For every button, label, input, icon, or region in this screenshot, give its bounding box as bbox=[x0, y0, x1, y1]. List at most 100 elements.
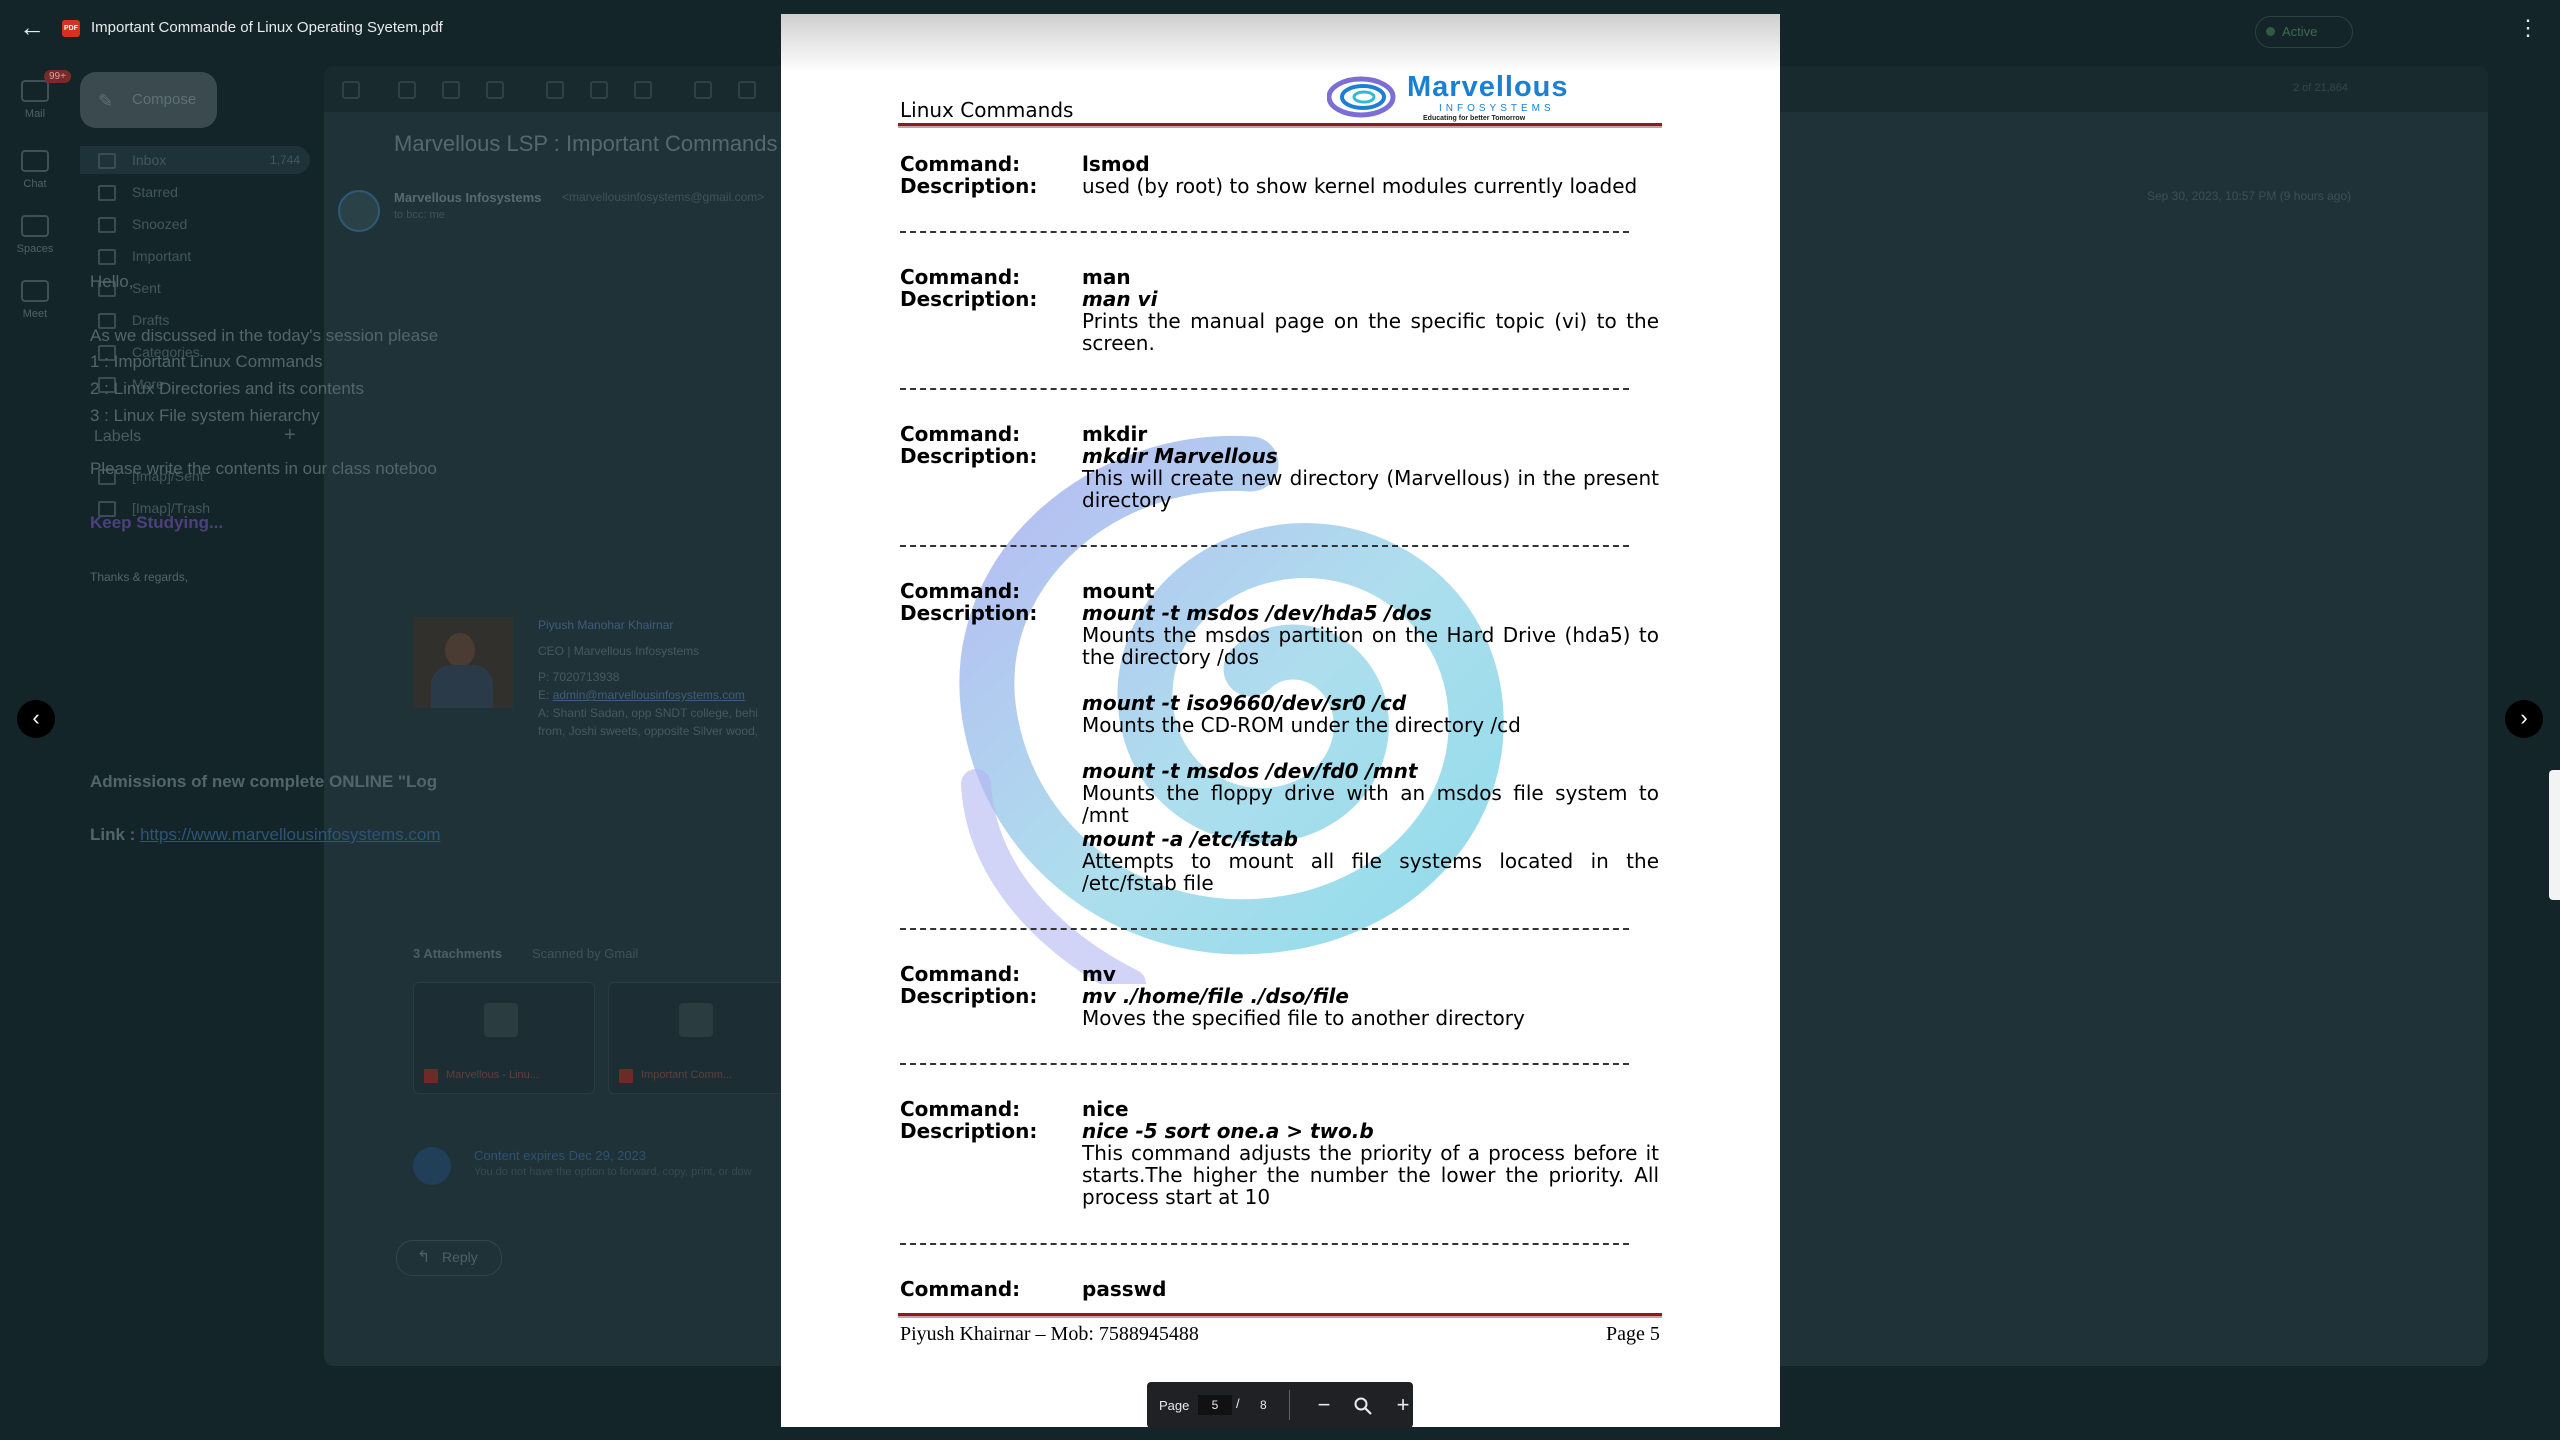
command-example: mount -t msdos /dev/hda5 /dos bbox=[1082, 601, 1432, 625]
signature-phone: P: 7020713938 bbox=[538, 670, 620, 684]
app-rail: 99+ Mail Chat Spaces Meet bbox=[0, 60, 71, 1440]
command-example: mkdir Marvellous bbox=[1082, 444, 1278, 468]
command-example: nice -5 sort one.a > two.b bbox=[1082, 1119, 1374, 1143]
email-item-1: 1 : Important Linux Commands bbox=[90, 352, 323, 371]
attachments-title: 3 Attachments bbox=[413, 946, 503, 961]
command-key: Command: bbox=[900, 1277, 1021, 1301]
rail-chat-label: Chat bbox=[23, 178, 47, 190]
rail-mail-label: Mail bbox=[24, 108, 46, 120]
snooze-icon[interactable] bbox=[590, 81, 608, 99]
rail-mail[interactable]: 99+ Mail bbox=[10, 70, 71, 120]
mail-icon bbox=[21, 80, 49, 102]
signature-photo bbox=[413, 617, 513, 708]
archive-icon[interactable] bbox=[398, 81, 416, 99]
reply-icon: ↰ bbox=[417, 1249, 431, 1266]
pdf-page: Linux Commands Marvellous INFOSYSTEMS Ed… bbox=[781, 14, 1780, 1427]
command-example: man vi bbox=[1082, 287, 1158, 311]
description-key: Description: bbox=[900, 444, 1038, 468]
pdf-icon bbox=[619, 1069, 633, 1083]
attachment-thumbnail bbox=[484, 1003, 518, 1037]
signature-email-link[interactable]: admin@marvellousinfosystems.com bbox=[553, 688, 745, 702]
command-name: nice bbox=[1082, 1097, 1129, 1121]
report-icon[interactable] bbox=[442, 81, 460, 99]
zoom-magnifier-icon[interactable] bbox=[1348, 1390, 1378, 1420]
page-label: Page bbox=[1159, 1398, 1190, 1413]
scrollbar-thumb[interactable] bbox=[2549, 770, 2560, 900]
nav-snoozed-label: Snoozed bbox=[132, 216, 188, 232]
rail-meet[interactable]: Meet bbox=[10, 280, 60, 320]
zoom-in-button[interactable]: + bbox=[1388, 1390, 1418, 1420]
email-date: Sep 30, 2023, 10:57 PM (9 hours ago) bbox=[2147, 189, 2352, 203]
back-arrow-icon[interactable] bbox=[342, 81, 360, 99]
add-label-button[interactable]: + bbox=[284, 424, 296, 447]
mail-badge: 99+ bbox=[44, 70, 71, 83]
nav-inbox[interactable]: Inbox 1,744 bbox=[80, 146, 310, 174]
nav-important-label: Important bbox=[132, 248, 192, 264]
mark-unread-icon[interactable] bbox=[546, 81, 564, 99]
attachment-card[interactable]: Marvellous - Linu... bbox=[413, 982, 595, 1094]
back-button[interactable]: ← bbox=[16, 12, 48, 44]
logo-name: Marvellous bbox=[1407, 71, 1569, 103]
email-greeting: Hello, bbox=[90, 272, 134, 291]
logo-tagline: Educating for better Tomorrow bbox=[1423, 115, 1526, 122]
page-control: Page / 8 − + bbox=[1147, 1382, 1413, 1428]
command-description: This will create new directory (Marvello… bbox=[1082, 466, 1659, 512]
command-name: man bbox=[1082, 265, 1131, 289]
command-example: mount -t iso9660/dev/sr0 /cd bbox=[1082, 691, 1407, 715]
description-key: Description: bbox=[900, 287, 1038, 311]
description-key: Description: bbox=[900, 601, 1038, 625]
attachment-name: Marvellous - Linu... bbox=[446, 1069, 539, 1081]
email-item-2: 2 : Linux Directories and its contents bbox=[90, 379, 365, 398]
expires-note: You do not have the option to forward, c… bbox=[474, 1166, 752, 1178]
logo-swirl-icon bbox=[1327, 76, 1396, 118]
previous-file-button[interactable]: ‹ bbox=[17, 700, 55, 738]
attachment-name: Important Comm... bbox=[641, 1069, 733, 1081]
email-intro: As we discussed in the today's session p… bbox=[90, 326, 439, 345]
separator-line bbox=[900, 928, 1629, 930]
zoom-out-button[interactable]: − bbox=[1309, 1390, 1339, 1420]
star-icon bbox=[98, 185, 116, 201]
command-description: Mounts the CD-ROM under the directory /c… bbox=[1082, 713, 1521, 737]
recipient-line[interactable]: to bcc: me bbox=[394, 209, 445, 221]
description-key: Description: bbox=[900, 1119, 1038, 1143]
more-options-button[interactable]: ⋮ bbox=[2514, 14, 2542, 42]
attachment-card[interactable]: Important Comm... bbox=[608, 982, 790, 1094]
attachments-scanned: Scanned by Gmail bbox=[532, 946, 639, 961]
rail-chat[interactable]: Chat bbox=[10, 150, 60, 190]
email-item-3: 3 : Linux File system hierarchy bbox=[90, 406, 320, 425]
label-icon[interactable] bbox=[738, 81, 756, 99]
pdf-footer-page: Page 5 bbox=[1606, 1323, 1660, 1345]
nav-snoozed[interactable]: Snoozed bbox=[80, 210, 310, 238]
command-key: Command: bbox=[900, 265, 1021, 289]
sender-email: <marvellousinfosystems@gmail.com> bbox=[562, 190, 765, 204]
move-to-icon[interactable] bbox=[694, 81, 712, 99]
separator-line bbox=[900, 231, 1629, 233]
command-key: Command: bbox=[900, 152, 1021, 176]
description-key: Description: bbox=[900, 984, 1038, 1008]
pdf-page-title: Linux Commands bbox=[900, 98, 1074, 122]
photo-head bbox=[445, 633, 475, 667]
command-example: mount -a /etc/fstab bbox=[1082, 827, 1298, 851]
email-keep-studying: Keep Studying... bbox=[90, 513, 224, 532]
next-file-button[interactable]: › bbox=[2505, 700, 2543, 738]
compose-label: Compose bbox=[132, 91, 197, 108]
email-thanks: Thanks & regards, bbox=[90, 570, 189, 584]
website-link[interactable]: https://www.marvellousinfosystems.com bbox=[140, 825, 440, 844]
command-name: passwd bbox=[1082, 1277, 1167, 1301]
add-task-icon[interactable] bbox=[634, 81, 652, 99]
rail-meet-label: Meet bbox=[22, 308, 48, 320]
email-admissions: Admissions of new complete ONLINE "Log bbox=[90, 772, 438, 791]
command-description: Moves the specified file to another dire… bbox=[1082, 1006, 1525, 1030]
nav-starred[interactable]: Starred bbox=[80, 178, 310, 206]
rail-spaces[interactable]: Spaces bbox=[10, 215, 60, 255]
nav-important[interactable]: Important bbox=[80, 242, 310, 270]
command-key: Command: bbox=[900, 1097, 1021, 1121]
page-number-input[interactable] bbox=[1198, 1395, 1232, 1415]
nav-sent-label: Sent bbox=[132, 280, 161, 296]
footer-rule bbox=[898, 1313, 1662, 1318]
signature-email-line: E: admin@marvellousinfosystems.com bbox=[538, 688, 745, 702]
compose-button[interactable]: ✎ Compose bbox=[80, 72, 217, 128]
reply-button[interactable]: ↰ Reply bbox=[396, 1240, 502, 1276]
separator-line bbox=[900, 1243, 1629, 1245]
delete-icon[interactable] bbox=[486, 81, 504, 99]
